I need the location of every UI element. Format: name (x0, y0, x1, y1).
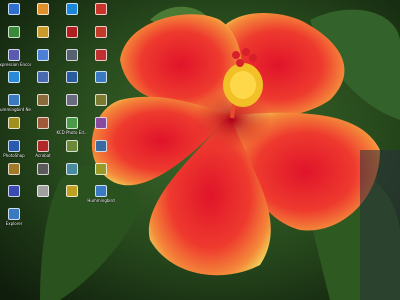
app-icon (66, 162, 78, 175)
desktop-icon[interactable] (29, 94, 57, 107)
desktop-icon[interactable] (58, 71, 86, 84)
desktop-icon[interactable] (29, 117, 57, 130)
desktop-icon[interactable] (87, 94, 115, 107)
browser-icon (37, 3, 49, 15)
desktop-icon[interactable] (29, 71, 57, 84)
desktop-icon[interactable] (87, 162, 115, 176)
desktop-icon[interactable]: Explorer (0, 208, 28, 226)
desktop-icon[interactable] (87, 25, 115, 39)
app-icon (66, 185, 78, 198)
desktop-icon[interactable] (29, 48, 57, 62)
desktop-icon-grid: Expression Encoder Hummingbird Neighborho… (0, 0, 400, 300)
desktop-icon[interactable] (0, 3, 28, 16)
download-icon (95, 48, 107, 61)
app-icon (66, 48, 78, 61)
photo-editor-icon (66, 117, 78, 129)
desktop-icon[interactable] (0, 185, 28, 198)
app-icon (66, 71, 78, 84)
desktop-icon[interactable]: Hummingbird (87, 185, 115, 203)
desktop-icon[interactable] (29, 162, 57, 176)
desktop-icon[interactable] (58, 48, 86, 62)
desktop-icon[interactable] (87, 3, 115, 16)
desktop-icon-label: KCD Photo Ed... (56, 130, 88, 135)
hummingbird-icon (95, 185, 107, 198)
acrobat-icon (37, 139, 49, 152)
desktop-icon[interactable] (0, 71, 28, 84)
expression-encoder-icon (8, 48, 20, 61)
desktop-icon[interactable] (58, 94, 86, 107)
desktop-icon[interactable] (0, 162, 28, 176)
desktop-icon[interactable] (58, 139, 86, 153)
app-icon (37, 94, 49, 107)
desktop-icon-label: Explorer (5, 221, 23, 227)
desktop-icon[interactable]: Acrobat (29, 139, 57, 158)
folder-icon (37, 25, 49, 38)
desktop-icon[interactable] (0, 117, 28, 130)
app-icon (66, 139, 78, 152)
computer-icon (8, 3, 20, 15)
app-icon (95, 117, 107, 129)
desktop-icon-label: Expression Encoder (0, 61, 31, 67)
hummingbird-icon (8, 94, 20, 107)
desktop-icon[interactable] (87, 117, 115, 130)
desktop-icon[interactable] (58, 185, 86, 198)
app-icon (37, 71, 49, 84)
desktop-icon-label: Hummingbird Neighborhood (0, 107, 31, 113)
app-icon (8, 117, 20, 129)
app-icon (95, 94, 107, 107)
desktop-icon-label: Hummingbird (87, 198, 115, 204)
player-icon (66, 25, 78, 38)
app-icon (95, 139, 107, 152)
app-icon (95, 162, 107, 175)
desktop-icon[interactable] (87, 48, 115, 62)
document-icon (95, 25, 107, 38)
app-icon (66, 94, 78, 107)
desktop-icon-label: Acrobat (35, 152, 51, 158)
network-icon (8, 25, 20, 38)
media-icon (66, 3, 78, 15)
desktop-icon[interactable] (87, 71, 115, 84)
desktop-icon[interactable] (0, 25, 28, 39)
photoshop-icon (8, 139, 20, 152)
desktop-icon[interactable] (58, 25, 86, 39)
app-icon (37, 117, 49, 129)
app-icon (37, 162, 49, 175)
internet-explorer-icon (8, 71, 20, 84)
app-icon (37, 185, 49, 198)
desktop-icon[interactable] (29, 185, 57, 198)
desktop-icon[interactable]: KCD Photo Ed... (56, 117, 88, 135)
desktop-icon[interactable] (29, 3, 57, 16)
app-icon (95, 3, 107, 15)
desktop-icon[interactable]: Expression Encoder (0, 48, 31, 67)
explorer-icon (8, 208, 20, 221)
desktop-icon[interactable] (58, 162, 86, 176)
app-icon (8, 185, 20, 198)
desktop-icon[interactable]: PhotoShop (0, 139, 28, 158)
app-icon (95, 71, 107, 84)
desktop-icon[interactable]: Hummingbird Neighborhood (0, 94, 31, 113)
app-icon (8, 162, 20, 175)
desktop-icon[interactable] (87, 139, 115, 153)
desktop-icon[interactable] (29, 25, 57, 39)
tool-icon (37, 48, 49, 61)
desktop-icon[interactable] (58, 3, 86, 16)
